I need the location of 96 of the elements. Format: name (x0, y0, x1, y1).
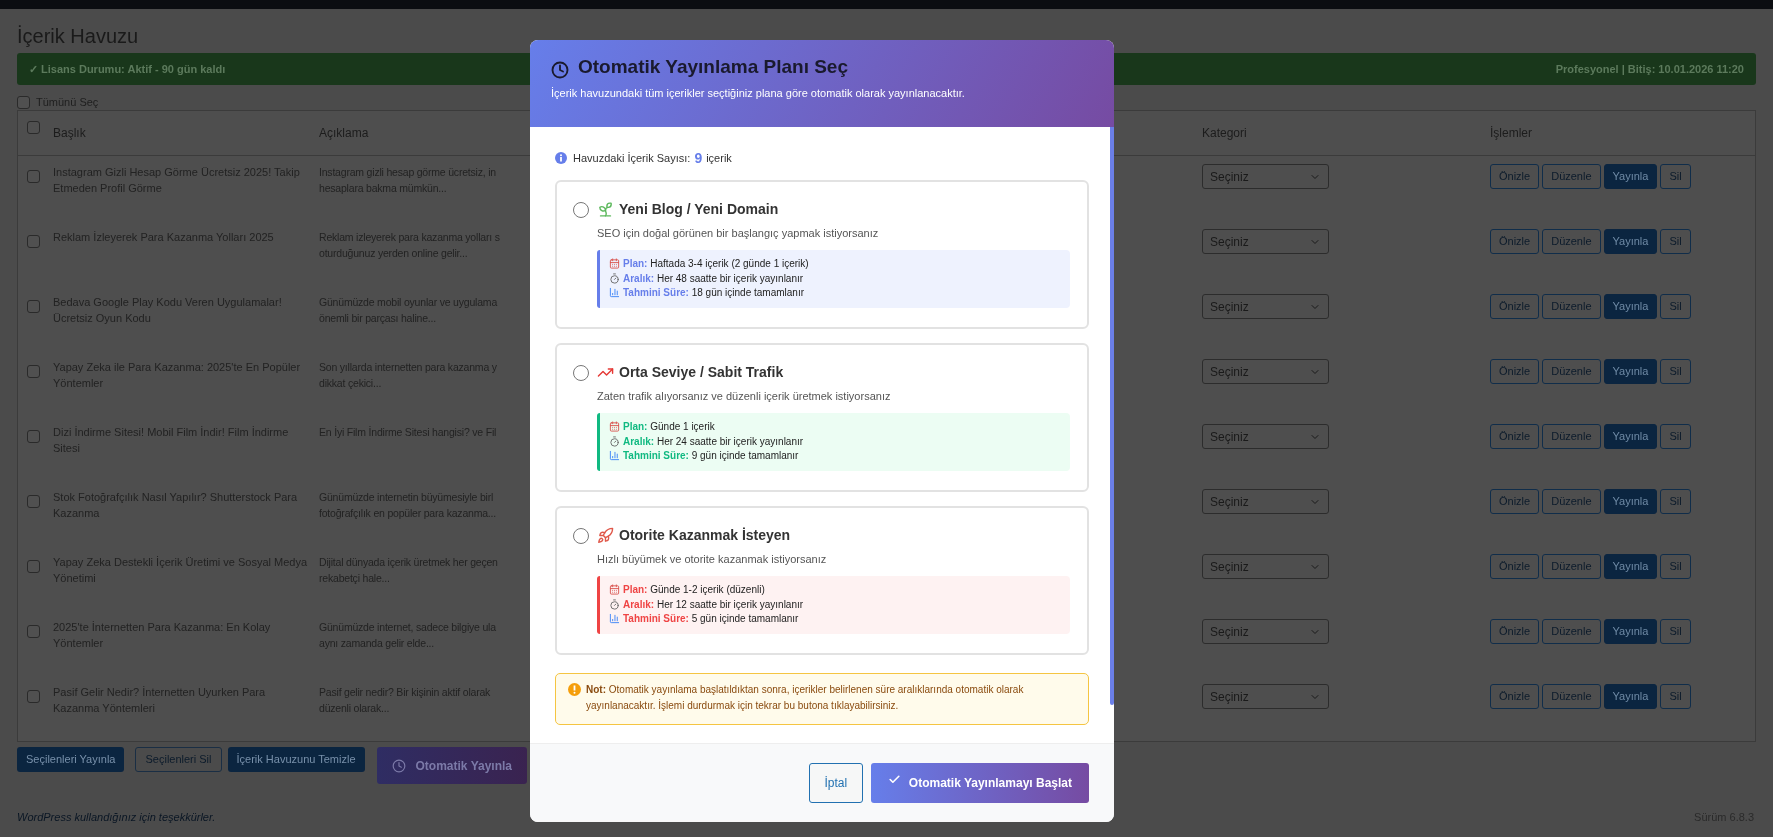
note-text: Not: Otomatik yayınlama başlatıldıktan sonra, içerikler belirlenen süre aralıklarında otomatik olarak yayınlanacaktır. İşlemi durdurmak için tekrar bu butona tıklayabilirsiniz. (586, 683, 1025, 713)
footer-thanks-link[interactable]: WordPress kullandığınız için teşekkürler. (17, 810, 216, 824)
info-icon (555, 152, 567, 164)
plan-detail: Aralık: Her 48 saatte bir içerik yayınlanır (623, 271, 804, 286)
plan-description: SEO için doğal görünen bir başlangıç yapmak istiyorsanız (597, 226, 880, 241)
plan-detail: Plan: Günde 1-2 içerik (düzenli) (623, 583, 765, 598)
pool-count-label: Havuzdaki İçerik Sayısı: (573, 150, 691, 166)
bulk-action-button[interactable]: Seçilenleri Yayınla (17, 747, 125, 772)
row-action-button[interactable]: Yayınla (1603, 619, 1658, 644)
row-action-button[interactable]: Önizle (1490, 489, 1540, 514)
pool-count-unit: içerik (706, 150, 732, 166)
pool-count-value: 9 (694, 148, 703, 168)
row-action-button[interactable]: Önizle (1490, 294, 1540, 319)
row-checkbox[interactable] (27, 690, 40, 703)
row-action-button[interactable]: Yayınla (1603, 359, 1658, 384)
plan-detail: Aralık: Her 24 saatte bir içerik yayınlanır (623, 434, 804, 449)
plan-card[interactable]: Otorite Kazanmak İsteyen Hızlı büyümek ve otorite kazanmak istiyorsanız Plan: Günde 1-2 içerik (düzenli) Aralık: Her 12 saatte bir içerik yayınlanır Tahmini Süre: 5 gün içinde tamamlanır (555, 506, 1089, 655)
row-action-button[interactable]: Yayınla (1603, 424, 1658, 449)
rocket-icon (597, 527, 614, 544)
row-action-button[interactable]: Yayınla (1603, 554, 1658, 579)
bar-chart-icon (609, 613, 620, 625)
plan-detail: Tahmini Süre: 9 gün içinde tamamlanır (623, 449, 799, 464)
row-action-button[interactable]: Yayınla (1603, 489, 1658, 514)
row-action-button[interactable]: Sil (1660, 554, 1691, 579)
row-action-button[interactable]: Önizle (1490, 359, 1540, 384)
row-action-button[interactable]: Düzenle (1542, 684, 1601, 709)
bulk-action-button[interactable]: İçerik Havuzunu Temizle (227, 747, 365, 772)
row-checkbox[interactable] (27, 560, 40, 573)
header-checkbox[interactable] (27, 121, 40, 134)
plan-detail: Aralık: Her 12 saatte bir içerik yayınlanır (623, 597, 804, 612)
plan-title: Otorite Kazanmak İsteyen (619, 526, 791, 545)
plan-detail: Tahmini Süre: 5 gün içinde tamamlanır (623, 612, 799, 627)
plan-detail: Tahmini Süre: 18 gün içinde tamamlanır (623, 286, 804, 301)
bar-chart-icon (609, 450, 620, 462)
row-action-button[interactable]: Önizle (1490, 229, 1540, 254)
row-checkbox[interactable] (27, 430, 40, 443)
sprout-icon (597, 201, 614, 218)
stopwatch-icon (609, 598, 620, 610)
row-action-button[interactable]: Sil (1660, 294, 1691, 319)
start-button[interactable]: Otomatik Yayınlamayı Başlat (870, 763, 1089, 803)
row-checkbox[interactable] (27, 235, 40, 248)
row-action-button[interactable]: Sil (1660, 424, 1691, 449)
row-action-button[interactable]: Önizle (1490, 554, 1540, 579)
license-status: ✓ Lisans Durumu: Aktif - 90 gün kaldı (29, 61, 226, 77)
plan-title: Yeni Blog / Yeni Domain (619, 200, 779, 219)
calendar-icon (609, 421, 620, 433)
bulk-action-button[interactable]: Seçilenleri Sil (135, 747, 222, 772)
row-action-button[interactable]: Sil (1660, 164, 1691, 189)
calendar-icon (609, 584, 620, 596)
row-checkbox[interactable] (27, 170, 40, 183)
row-action-button[interactable]: Önizle (1490, 424, 1540, 449)
clock-icon (551, 61, 569, 79)
check-icon (887, 772, 901, 786)
row-action-button[interactable]: Önizle (1490, 684, 1540, 709)
cancel-button[interactable]: İptal (808, 763, 863, 803)
row-action-button[interactable]: Önizle (1490, 164, 1540, 189)
row-action-button[interactable]: Düzenle (1542, 619, 1601, 644)
row-action-button[interactable]: Yayınla (1603, 294, 1658, 319)
row-action-button[interactable]: Düzenle (1542, 359, 1601, 384)
clock-icon (391, 758, 406, 773)
row-checkbox[interactable] (27, 300, 40, 313)
auto-publish-button[interactable]: Otomatik Yayınla (376, 747, 528, 784)
plan-description: Zaten trafik alıyorsanız ve düzenli içerik üretmek istiyorsanız (597, 389, 892, 404)
plan-title: Orta Seviye / Sabit Trafik (619, 363, 784, 382)
plan-card[interactable]: Orta Seviye / Sabit Trafik Zaten trafik alıyorsanız ve düzenli içerik üretmek istiyorsanız Plan: Günde 1 içerik Aralık: Her 24 saatte bir içerik yayınlanır Tahmini Süre: 9 gün içinde tamamlanır (555, 343, 1089, 492)
select-all-checkbox[interactable] (17, 95, 30, 109)
row-action-button[interactable]: Sil (1660, 684, 1691, 709)
row-action-button[interactable]: Düzenle (1542, 294, 1601, 319)
plan-detail: Plan: Günde 1 içerik (623, 420, 715, 435)
row-checkbox[interactable] (27, 625, 40, 638)
row-action-button[interactable]: Sil (1660, 229, 1691, 254)
row-action-button[interactable]: Sil (1660, 359, 1691, 384)
plan-detail: Plan: Haftada 3-4 içerik (2 günde 1 içerik) (623, 257, 809, 272)
modal-subtitle: İçerik havuzundaki tüm içerikler seçtiğiniz plana göre otomatik olarak yayınlanacaktır. (551, 86, 966, 101)
row-action-button[interactable]: Yayınla (1603, 684, 1658, 709)
stopwatch-icon (609, 272, 620, 284)
modal-title: Otomatik Yayınlama Planı Seç (578, 55, 848, 79)
warning-icon (568, 683, 581, 696)
row-action-button[interactable]: Sil (1660, 489, 1691, 514)
row-action-button[interactable]: Düzenle (1542, 489, 1601, 514)
row-action-button[interactable]: Düzenle (1542, 554, 1601, 579)
plan-description: Hızlı büyümek ve otorite kazanmak istiyorsanız (597, 552, 828, 567)
row-action-button[interactable]: Önizle (1490, 619, 1540, 644)
row-action-button[interactable]: Yayınla (1603, 164, 1658, 189)
row-action-button[interactable]: Sil (1660, 619, 1691, 644)
bar-chart-icon (609, 287, 620, 299)
row-action-button[interactable]: Düzenle (1542, 164, 1601, 189)
license-plan: Profesyonel | Bitiş: 10.01.2026 11:20 (1555, 61, 1744, 77)
row-action-button[interactable]: Düzenle (1542, 424, 1601, 449)
row-action-button[interactable]: Yayınla (1603, 229, 1658, 254)
calendar-icon (609, 258, 620, 270)
row-checkbox[interactable] (27, 495, 40, 508)
plan-card[interactable] (555, 180, 1089, 329)
row-action-button[interactable]: Düzenle (1542, 229, 1601, 254)
stopwatch-icon (609, 435, 620, 447)
row-checkbox[interactable] (27, 365, 40, 378)
